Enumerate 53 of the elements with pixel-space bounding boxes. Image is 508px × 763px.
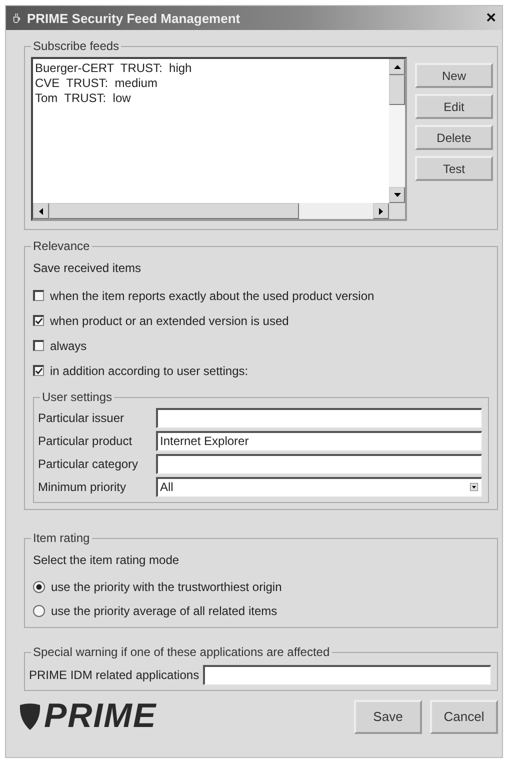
down-arrow-icon bbox=[394, 193, 400, 197]
dropdown[interactable]: All bbox=[156, 476, 482, 496]
group-title: Relevance bbox=[31, 239, 92, 253]
checkbox-label: when product or an extended version is used bbox=[50, 314, 289, 328]
scroll-thumb[interactable] bbox=[389, 75, 405, 105]
vertical-scrollbar[interactable] bbox=[389, 59, 405, 203]
input-field[interactable] bbox=[156, 408, 482, 428]
field-label: PRIME IDM related applications bbox=[29, 668, 200, 682]
checkbox-label: in addition according to user settings: bbox=[50, 364, 248, 378]
group-title: Subscribe feeds bbox=[31, 39, 122, 53]
checkbox[interactable] bbox=[33, 365, 44, 376]
feed-item[interactable]: CVE TRUST: medium bbox=[35, 76, 387, 91]
field-label: Minimum priority bbox=[38, 480, 128, 494]
field-label: Particular product bbox=[38, 434, 134, 448]
group-title: User settings bbox=[40, 390, 114, 404]
feed-item[interactable]: Buerger-CERT TRUST: high bbox=[35, 61, 387, 76]
feed-action-button[interactable]: Edit bbox=[415, 94, 493, 119]
input-field[interactable] bbox=[203, 664, 491, 684]
section-label: Save received items bbox=[33, 261, 142, 275]
feed-action-button[interactable]: Test bbox=[415, 156, 493, 181]
dropdown-arrow-icon bbox=[470, 483, 478, 491]
radio-label: use the priority with the trustworthiest origin bbox=[51, 580, 282, 594]
checkbox[interactable] bbox=[33, 340, 44, 351]
scroll-thumb[interactable] bbox=[49, 203, 299, 219]
feed-item[interactable]: Tom TRUST: low bbox=[35, 91, 387, 106]
left-arrow-icon bbox=[39, 208, 43, 214]
radio-label: use the priority average of all related items bbox=[51, 604, 278, 618]
logo-text: PRIME bbox=[44, 697, 157, 736]
cup-icon bbox=[12, 12, 21, 24]
field-label: Particular issuer bbox=[38, 410, 126, 424]
input-field[interactable] bbox=[156, 454, 482, 474]
feed-action-button[interactable]: Delete bbox=[415, 125, 493, 150]
feed-list[interactable]: Buerger-CERT TRUST: high CVE TRUST: medium Tom TRUST: low bbox=[31, 57, 407, 221]
field-label: Particular category bbox=[38, 456, 140, 470]
checkbox[interactable] bbox=[33, 315, 44, 326]
close-button[interactable]: × bbox=[486, 8, 496, 28]
window-title: PRIME Security Feed Management bbox=[27, 10, 242, 26]
checkbox-label: always bbox=[50, 338, 87, 352]
scrollbar-corner bbox=[389, 203, 405, 219]
radio-button[interactable] bbox=[33, 581, 45, 593]
radio-button[interactable] bbox=[33, 605, 45, 617]
dialog-button[interactable]: Cancel bbox=[430, 700, 498, 734]
right-arrow-icon bbox=[379, 208, 383, 214]
checkbox-label: when the item reports exactly about the used product version bbox=[50, 288, 374, 302]
group-title: Item rating bbox=[31, 531, 92, 545]
feed-action-button[interactable]: New bbox=[415, 63, 493, 88]
input-field[interactable]: Internet Explorer bbox=[156, 430, 482, 450]
group-title: Special warning if one of these applications are affected bbox=[31, 645, 332, 659]
section-label: Select the item rating mode bbox=[33, 553, 180, 567]
checkbox[interactable] bbox=[33, 290, 44, 301]
up-arrow-icon bbox=[394, 65, 400, 69]
horizontal-scrollbar[interactable] bbox=[33, 203, 389, 219]
dialog-button[interactable]: Save bbox=[354, 700, 422, 734]
